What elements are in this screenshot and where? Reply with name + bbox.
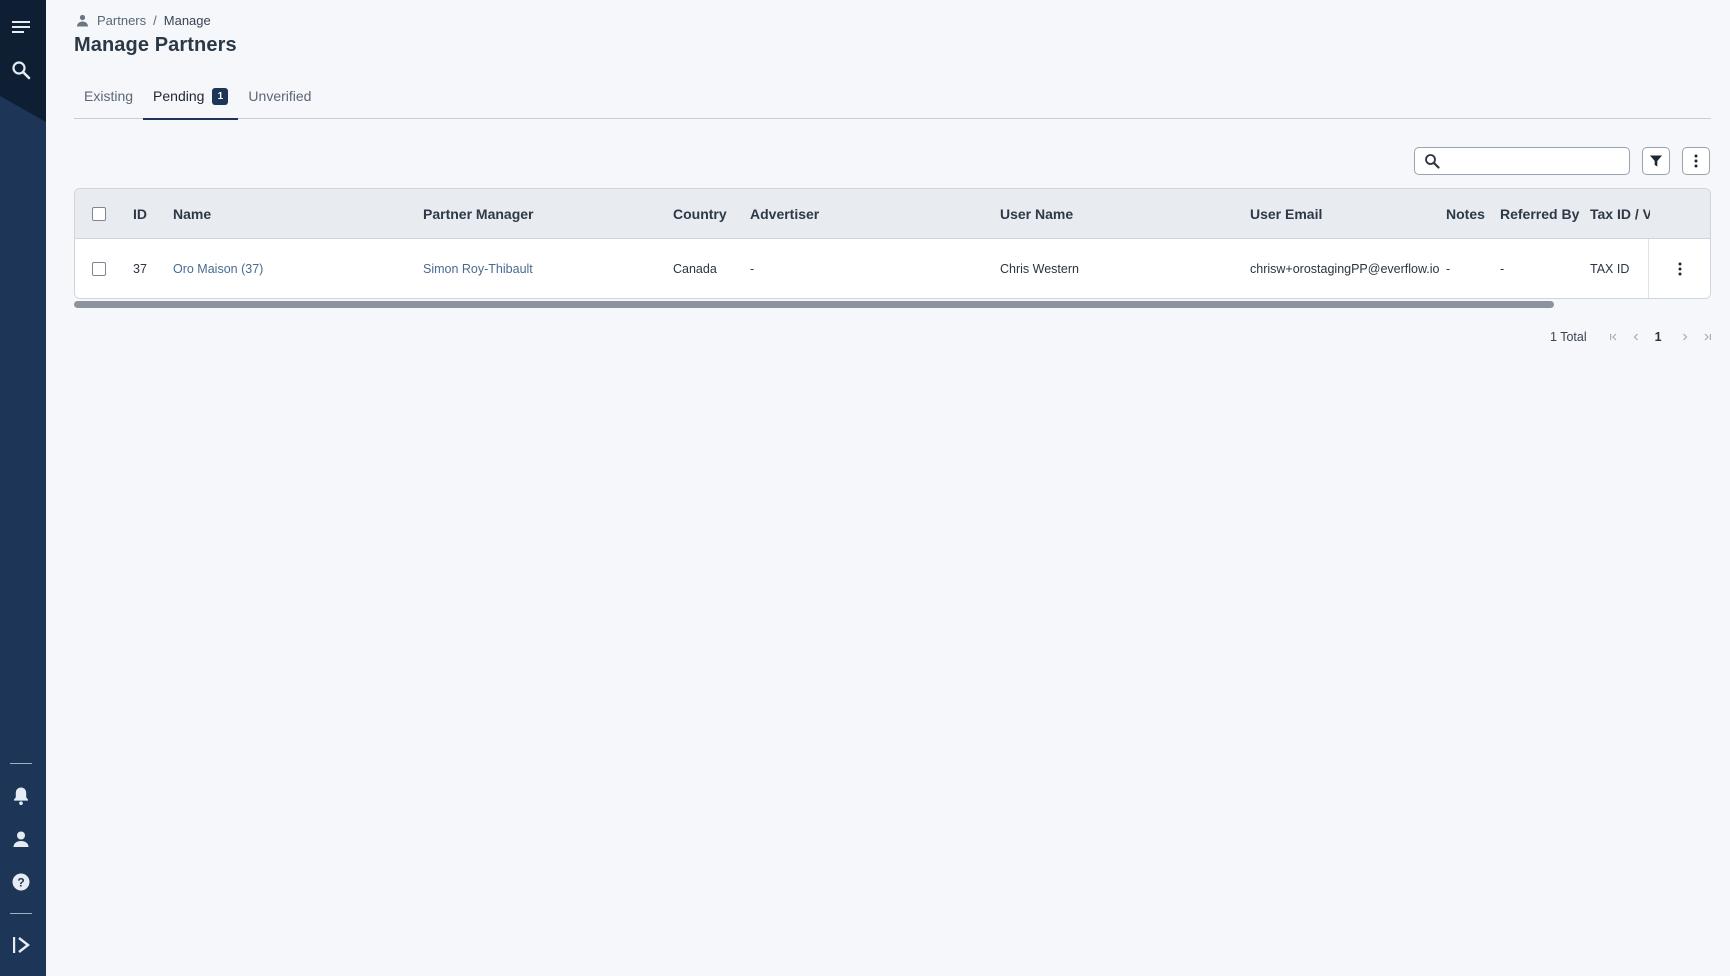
cell-user-name: Chris Western	[1000, 261, 1079, 276]
bell-icon[interactable]	[9, 784, 33, 808]
search-input[interactable]	[1446, 149, 1629, 173]
horizontal-scrollbar[interactable]	[74, 301, 1554, 308]
search-icon	[1424, 153, 1440, 169]
user-icon[interactable]	[9, 827, 33, 851]
row-checkbox[interactable]	[92, 261, 106, 276]
row-actions-button[interactable]	[1648, 239, 1710, 298]
column-header-id[interactable]: ID	[133, 189, 147, 238]
last-page-icon[interactable]	[1698, 328, 1716, 346]
cell-name-link[interactable]: Oro Maison (37)	[173, 239, 263, 298]
sidebar: ?	[0, 0, 46, 976]
tab-pending[interactable]: Pending 1	[143, 80, 239, 120]
kebab-menu-icon	[1678, 262, 1681, 275]
pending-count-badge: 1	[212, 88, 229, 105]
breadcrumb-current: Manage	[163, 13, 211, 28]
filter-icon	[1650, 155, 1662, 167]
first-page-icon[interactable]	[1605, 328, 1623, 346]
column-header-user-email[interactable]: User Email	[1250, 189, 1322, 238]
breadcrumb-separator: /	[153, 13, 157, 28]
column-header-referred-by[interactable]: Referred By	[1500, 189, 1579, 238]
tab-label: Existing	[84, 88, 134, 104]
cell-user-email: chrisw+orostagingPP@everflow.io	[1250, 261, 1440, 276]
tab-label: Pending	[153, 88, 205, 104]
cell-notes: -	[1446, 261, 1451, 276]
column-header-country[interactable]: Country	[673, 189, 727, 238]
column-header-advertiser[interactable]: Advertiser	[750, 189, 819, 238]
previous-page-icon[interactable]	[1627, 328, 1645, 346]
breadcrumb: Partners / Manage	[76, 13, 211, 28]
pagination: 1 Total 1	[1550, 327, 1716, 347]
cell-id: 37	[133, 261, 147, 276]
search-box	[1414, 147, 1630, 175]
partners-icon	[76, 14, 89, 27]
next-page-icon[interactable]	[1676, 328, 1694, 346]
breadcrumb-root[interactable]: Partners	[97, 13, 146, 28]
table-header: ID Name Partner Manager Country Advertis…	[75, 189, 1710, 239]
cell-country: Canada	[673, 261, 717, 276]
total-count: 1 Total	[1550, 330, 1587, 344]
partners-table: ID Name Partner Manager Country Advertis…	[74, 188, 1711, 299]
table-row: 37 Oro Maison (37) Simon Roy-Thibault Ca…	[75, 239, 1710, 298]
search-icon[interactable]	[9, 58, 33, 82]
cell-partner-manager-link[interactable]: Simon Roy-Thibault	[423, 239, 533, 298]
select-all-checkbox[interactable]	[92, 206, 106, 221]
more-options-button[interactable]	[1682, 147, 1710, 175]
column-header-name[interactable]: Name	[173, 189, 211, 238]
tab-label: Unverified	[248, 88, 312, 104]
cell-tax-id: TAX ID	[1590, 261, 1630, 276]
cell-referred-by: -	[1500, 261, 1505, 276]
svg-text:?: ?	[17, 876, 24, 890]
page-number[interactable]: 1	[1655, 330, 1662, 344]
expand-sidebar-icon[interactable]	[9, 933, 33, 957]
menu-icon[interactable]	[9, 16, 33, 40]
tab-bar: Existing Pending 1 Unverified	[74, 80, 1711, 120]
column-header-user-name[interactable]: User Name	[1000, 189, 1073, 238]
help-icon[interactable]: ?	[9, 870, 33, 894]
sidebar-divider	[10, 913, 32, 914]
cell-advertiser: -	[750, 261, 755, 276]
page-title: Manage Partners	[74, 34, 237, 56]
sidebar-divider	[10, 763, 32, 764]
kebab-menu-icon	[1694, 154, 1698, 168]
filter-button[interactable]	[1642, 147, 1670, 175]
tab-existing[interactable]: Existing	[74, 80, 143, 119]
column-header-tax-id[interactable]: Tax ID / V	[1590, 189, 1650, 238]
column-header-notes[interactable]: Notes	[1446, 189, 1485, 238]
tab-unverified[interactable]: Unverified	[238, 80, 321, 119]
select-all-cell	[92, 189, 106, 238]
row-select-cell	[92, 239, 106, 298]
column-header-partner-manager[interactable]: Partner Manager	[423, 189, 533, 238]
